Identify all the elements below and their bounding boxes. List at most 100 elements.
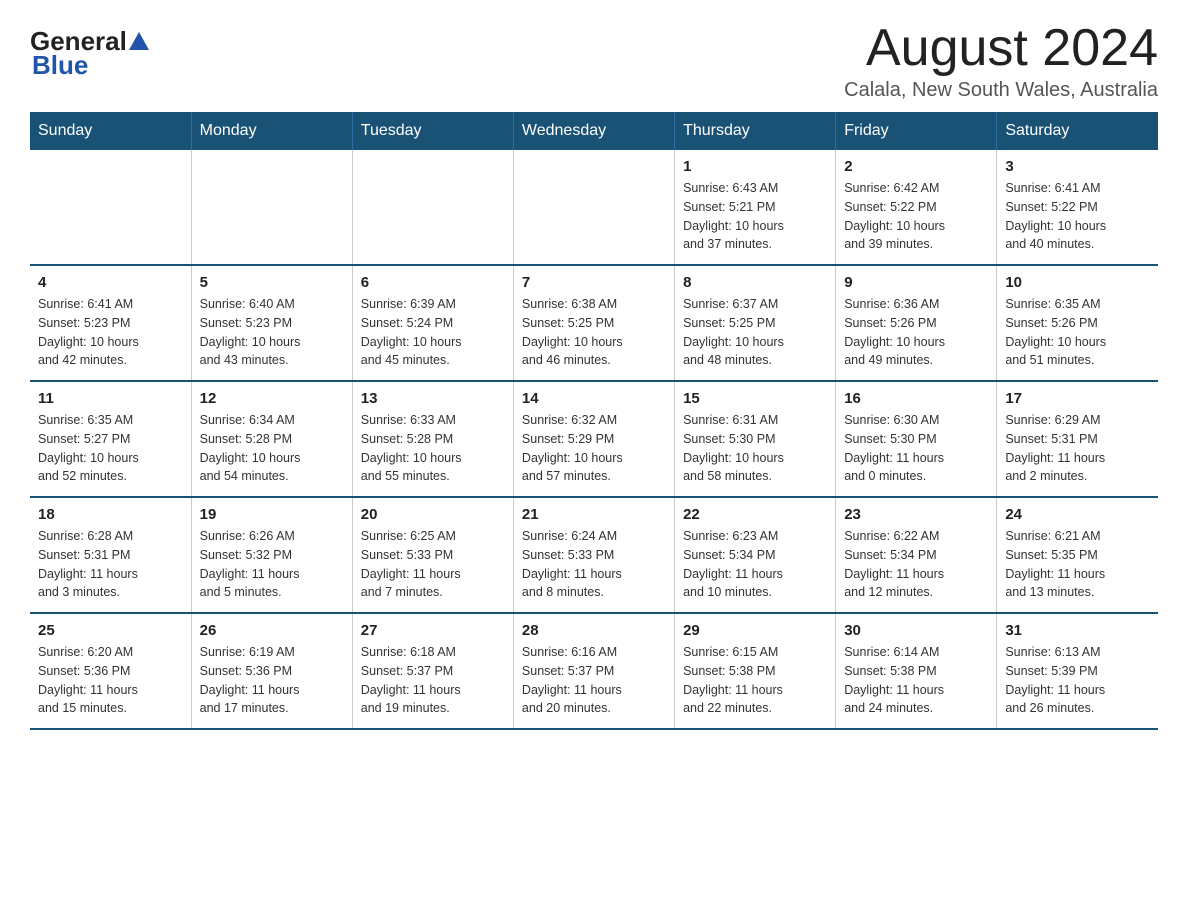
calendar-week-row: 4 Sunrise: 6:41 AM Sunset: 5:23 PM Daylig… [30,265,1158,381]
day-info: Sunrise: 6:33 AM Sunset: 5:28 PM Dayligh… [361,411,505,486]
day-info: Sunrise: 6:37 AM Sunset: 5:25 PM Dayligh… [683,295,827,370]
calendar-cell: 2 Sunrise: 6:42 AM Sunset: 5:22 PM Daylig… [836,150,997,265]
calendar-cell: 12Sunrise: 6:34 AM Sunset: 5:28 PM Dayli… [191,381,352,497]
day-number: 4 [38,274,183,291]
calendar-cell: 7Sunrise: 6:38 AM Sunset: 5:25 PM Daylig… [513,265,674,381]
day-info: Sunrise: 6:25 AM Sunset: 5:33 PM Dayligh… [361,527,505,602]
calendar-cell: 8 Sunrise: 6:37 AM Sunset: 5:25 PM Daylig… [675,265,836,381]
calendar-cell: 11Sunrise: 6:35 AM Sunset: 5:27 PM Dayli… [30,381,191,497]
calendar-cell: 16Sunrise: 6:30 AM Sunset: 5:30 PM Dayli… [836,381,997,497]
day-info: Sunrise: 6:20 AM Sunset: 5:36 PM Dayligh… [38,643,183,718]
day-number: 5 [200,274,344,291]
calendar-cell: 3 Sunrise: 6:41 AM Sunset: 5:22 PM Daylig… [997,150,1158,265]
calendar-cell: 15Sunrise: 6:31 AM Sunset: 5:30 PM Dayli… [675,381,836,497]
calendar-cell: 26Sunrise: 6:19 AM Sunset: 5:36 PM Dayli… [191,613,352,729]
calendar-cell [30,150,191,265]
day-number: 16 [844,390,988,407]
calendar-cell: 27 Sunrise: 6:18 AM Sunset: 5:37 PM Dayli… [352,613,513,729]
day-number: 9 [844,274,988,291]
day-number: 17 [1005,390,1150,407]
location-title: Calala, New South Wales, Australia [844,79,1158,102]
weekday-header-tuesday: Tuesday [352,112,513,150]
weekday-header-row: SundayMondayTuesdayWednesdayThursdayFrid… [30,112,1158,150]
day-info: Sunrise: 6:31 AM Sunset: 5:30 PM Dayligh… [683,411,827,486]
calendar-cell: 9 Sunrise: 6:36 AM Sunset: 5:26 PM Daylig… [836,265,997,381]
calendar-cell: 6 Sunrise: 6:39 AM Sunset: 5:24 PM Daylig… [352,265,513,381]
calendar-cell: 21Sunrise: 6:24 AM Sunset: 5:33 PM Dayli… [513,497,674,613]
calendar-cell: 10 Sunrise: 6:35 AM Sunset: 5:26 PM Dayli… [997,265,1158,381]
day-info: Sunrise: 6:35 AM Sunset: 5:26 PM Dayligh… [1005,295,1150,370]
calendar-cell: 24Sunrise: 6:21 AM Sunset: 5:35 PM Dayli… [997,497,1158,613]
calendar-cell: 28 Sunrise: 6:16 AM Sunset: 5:37 PM Dayli… [513,613,674,729]
day-info: Sunrise: 6:28 AM Sunset: 5:31 PM Dayligh… [38,527,183,602]
calendar-cell: 30Sunrise: 6:14 AM Sunset: 5:38 PM Dayli… [836,613,997,729]
day-number: 1 [683,158,827,175]
day-info: Sunrise: 6:19 AM Sunset: 5:36 PM Dayligh… [200,643,344,718]
day-number: 3 [1005,158,1150,175]
calendar-cell [513,150,674,265]
calendar-cell: 31 Sunrise: 6:13 AM Sunset: 5:39 PM Dayli… [997,613,1158,729]
weekday-header-friday: Friday [836,112,997,150]
day-info: Sunrise: 6:41 AM Sunset: 5:23 PM Dayligh… [38,295,183,370]
calendar-cell [191,150,352,265]
calendar-header: SundayMondayTuesdayWednesdayThursdayFrid… [30,112,1158,150]
weekday-header-thursday: Thursday [675,112,836,150]
page-header: General Blue August 2024 Calala, New Sou… [30,20,1158,102]
day-number: 13 [361,390,505,407]
day-number: 6 [361,274,505,291]
day-number: 20 [361,506,505,523]
logo-blue-text: Blue [32,50,88,81]
day-info: Sunrise: 6:42 AM Sunset: 5:22 PM Dayligh… [844,179,988,254]
calendar-cell: 19 Sunrise: 6:26 AM Sunset: 5:32 PM Dayli… [191,497,352,613]
day-number: 7 [522,274,666,291]
day-number: 2 [844,158,988,175]
day-info: Sunrise: 6:32 AM Sunset: 5:29 PM Dayligh… [522,411,666,486]
day-info: Sunrise: 6:40 AM Sunset: 5:23 PM Dayligh… [200,295,344,370]
day-info: Sunrise: 6:34 AM Sunset: 5:28 PM Dayligh… [200,411,344,486]
day-info: Sunrise: 6:36 AM Sunset: 5:26 PM Dayligh… [844,295,988,370]
logo-triangle-icon [129,32,149,50]
calendar-cell: 5 Sunrise: 6:40 AM Sunset: 5:23 PM Daylig… [191,265,352,381]
calendar-cell: 14 Sunrise: 6:32 AM Sunset: 5:29 PM Dayli… [513,381,674,497]
weekday-header-monday: Monday [191,112,352,150]
day-info: Sunrise: 6:23 AM Sunset: 5:34 PM Dayligh… [683,527,827,602]
calendar-table: SundayMondayTuesdayWednesdayThursdayFrid… [30,112,1158,730]
calendar-cell: 29 Sunrise: 6:15 AM Sunset: 5:38 PM Dayli… [675,613,836,729]
day-number: 31 [1005,622,1150,639]
day-info: Sunrise: 6:41 AM Sunset: 5:22 PM Dayligh… [1005,179,1150,254]
day-number: 23 [844,506,988,523]
day-info: Sunrise: 6:18 AM Sunset: 5:37 PM Dayligh… [361,643,505,718]
calendar-body: 1 Sunrise: 6:43 AM Sunset: 5:21 PM Daylig… [30,150,1158,729]
calendar-cell: 20 Sunrise: 6:25 AM Sunset: 5:33 PM Dayli… [352,497,513,613]
day-number: 28 [522,622,666,639]
day-number: 11 [38,390,183,407]
day-info: Sunrise: 6:14 AM Sunset: 5:38 PM Dayligh… [844,643,988,718]
weekday-header-wednesday: Wednesday [513,112,674,150]
calendar-cell: 22 Sunrise: 6:23 AM Sunset: 5:34 PM Dayli… [675,497,836,613]
day-number: 29 [683,622,827,639]
logo: General Blue [30,28,151,81]
day-info: Sunrise: 6:24 AM Sunset: 5:33 PM Dayligh… [522,527,666,602]
calendar-cell: 17Sunrise: 6:29 AM Sunset: 5:31 PM Dayli… [997,381,1158,497]
day-info: Sunrise: 6:43 AM Sunset: 5:21 PM Dayligh… [683,179,827,254]
day-number: 19 [200,506,344,523]
calendar-cell: 23 Sunrise: 6:22 AM Sunset: 5:34 PM Dayli… [836,497,997,613]
day-number: 25 [38,622,183,639]
day-info: Sunrise: 6:15 AM Sunset: 5:38 PM Dayligh… [683,643,827,718]
calendar-cell: 4 Sunrise: 6:41 AM Sunset: 5:23 PM Daylig… [30,265,191,381]
day-info: Sunrise: 6:22 AM Sunset: 5:34 PM Dayligh… [844,527,988,602]
day-number: 18 [38,506,183,523]
calendar-cell: 13 Sunrise: 6:33 AM Sunset: 5:28 PM Dayli… [352,381,513,497]
day-number: 8 [683,274,827,291]
day-info: Sunrise: 6:26 AM Sunset: 5:32 PM Dayligh… [200,527,344,602]
day-number: 27 [361,622,505,639]
day-number: 14 [522,390,666,407]
title-block: August 2024 Calala, New South Wales, Aus… [844,20,1158,102]
day-info: Sunrise: 6:13 AM Sunset: 5:39 PM Dayligh… [1005,643,1150,718]
day-info: Sunrise: 6:21 AM Sunset: 5:35 PM Dayligh… [1005,527,1150,602]
day-info: Sunrise: 6:39 AM Sunset: 5:24 PM Dayligh… [361,295,505,370]
day-number: 10 [1005,274,1150,291]
weekday-header-sunday: Sunday [30,112,191,150]
day-info: Sunrise: 6:16 AM Sunset: 5:37 PM Dayligh… [522,643,666,718]
day-number: 22 [683,506,827,523]
